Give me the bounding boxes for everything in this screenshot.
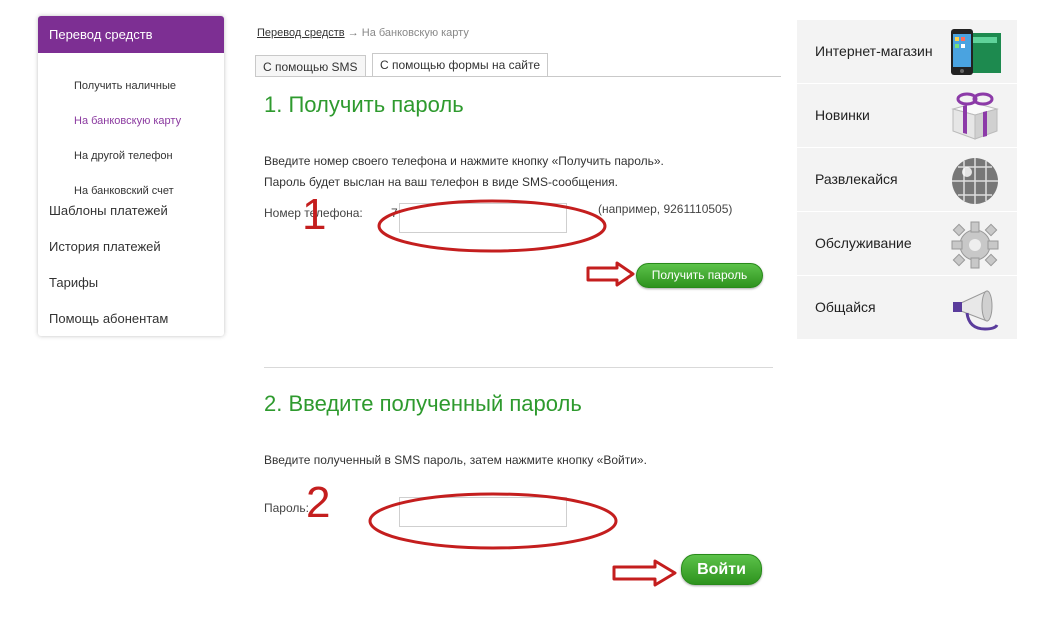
step2-title: 2. Введите полученный пароль <box>264 391 582 416</box>
tab-underline <box>255 76 781 77</box>
annotation-arrow-1-icon <box>586 261 635 287</box>
tab-sms[interactable]: С помощью SMS <box>255 55 366 77</box>
sidebar-item-history[interactable]: История платежей <box>38 236 224 258</box>
sidebar-item-templates[interactable]: Шаблоны платежей <box>38 200 224 222</box>
gear-icon <box>951 221 999 269</box>
breadcrumb-link[interactable]: Перевод средств <box>257 27 345 39</box>
annotation-number-1: 1 <box>302 190 327 239</box>
sidebar-subitem-bank-account[interactable]: На банковский счет <box>38 180 224 202</box>
right-panel-label: Развлекайся <box>815 171 898 187</box>
login-button[interactable]: Войти <box>681 554 762 585</box>
annotation-number-2: 2 <box>306 478 331 527</box>
right-panel-item-shop[interactable]: Интернет-магазин <box>797 20 1017 84</box>
right-panel-item-service[interactable]: Обслуживание <box>797 212 1017 276</box>
step2-instruction: Введите полученный в SMS пароль, затем н… <box>264 453 647 467</box>
megaphone-icon <box>953 290 999 331</box>
disco-ball-icon <box>952 158 998 204</box>
right-panel-label: Обслуживание <box>815 235 912 251</box>
annotation-ellipse-1 <box>377 199 607 253</box>
right-panel-item-new[interactable]: Новинки <box>797 84 1017 148</box>
sidebar-item-tariffs[interactable]: Тарифы <box>38 272 224 294</box>
smartphone-icon <box>951 29 1001 75</box>
breadcrumb-current: На банковскую карту <box>361 27 469 39</box>
sidebar-subitem-bank-card[interactable]: На банковскую карту <box>38 110 224 132</box>
breadcrumb-arrow-icon: → <box>347 27 359 39</box>
right-panel-item-entertainment[interactable]: Развлекайся <box>797 148 1017 212</box>
right-panel: Интернет-магазин Новинки Развлекайся Обс… <box>797 20 1017 340</box>
sidebar-subitem-cash[interactable]: Получить наличные <box>38 75 224 97</box>
breadcrumb: Перевод средств → На банковскую карту <box>257 27 469 39</box>
step1-title: 1. Получить пароль <box>264 92 464 117</box>
step1-instruction-1: Введите номер своего телефона и нажмите … <box>264 154 664 168</box>
right-panel-item-communicate[interactable]: Общайся <box>797 276 1017 340</box>
phone-example: (например, 9261110505) <box>598 202 733 216</box>
annotation-ellipse-2 <box>368 492 618 550</box>
annotation-arrow-2-icon <box>612 559 677 587</box>
gift-box-icon <box>951 92 999 140</box>
password-label: Пароль: <box>264 501 309 515</box>
sidebar-item-money-transfer[interactable]: Перевод средств <box>38 16 224 53</box>
get-password-button[interactable]: Получить пароль <box>636 263 763 288</box>
section-divider <box>264 367 773 368</box>
right-panel-label: Интернет-магазин <box>815 43 933 59</box>
sidebar-item-help[interactable]: Помощь абонентам <box>38 308 224 330</box>
right-panel-label: Новинки <box>815 107 870 123</box>
sidebar-subitem-other-phone[interactable]: На другой телефон <box>38 145 224 167</box>
right-panel-label: Общайся <box>815 299 876 315</box>
sidebar-menu: Перевод средств Получить наличные На бан… <box>38 16 224 336</box>
tab-web-form[interactable]: С помощью формы на сайте <box>372 53 549 77</box>
